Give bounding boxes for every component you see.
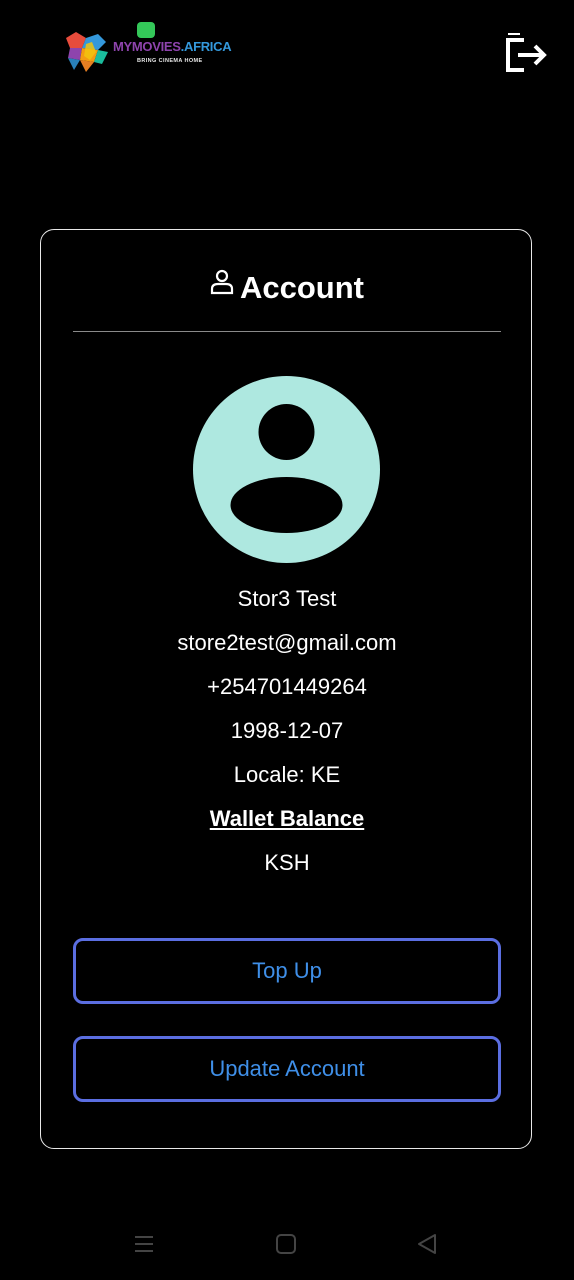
- wallet-balance-value: KSH: [264, 850, 310, 875]
- home-square-icon[interactable]: [274, 1232, 298, 1256]
- top-up-button[interactable]: Top Up: [73, 938, 501, 1004]
- logo-chat-badge-icon: [137, 22, 155, 38]
- update-account-button[interactable]: Update Account: [73, 1036, 501, 1102]
- app-header: MYMOVIES.AFRICA BRING CINEMA HOME: [0, 0, 574, 100]
- account-title-text: Account: [240, 270, 364, 305]
- back-triangle-icon[interactable]: [415, 1232, 439, 1256]
- logo-text: MYMOVIES.AFRICA: [113, 39, 232, 54]
- mymovies-africa-logo[interactable]: MYMOVIES.AFRICA BRING CINEMA HOME: [60, 20, 232, 76]
- logout-icon: [506, 33, 547, 72]
- logout-button[interactable]: [500, 30, 550, 76]
- user-email: store2test@gmail.com: [177, 630, 397, 655]
- logo-africa-emblem-icon: [66, 32, 108, 72]
- account-title: Account: [0, 262, 574, 314]
- user-phone: +254701449264: [207, 674, 367, 699]
- user-dob: 1998-12-07: [230, 718, 344, 743]
- wallet-balance-label: Wallet Balance: [209, 806, 365, 831]
- user-locale: Locale: KE: [233, 762, 341, 787]
- logo-tagline: BRING CINEMA HOME: [137, 58, 203, 64]
- menu-icon[interactable]: [132, 1232, 156, 1256]
- title-divider: [73, 331, 501, 332]
- system-navigation-bar: [0, 1210, 574, 1280]
- user-icon: [210, 269, 234, 295]
- user-name: Stor3 Test: [237, 586, 337, 611]
- avatar-icon: [193, 376, 380, 563]
